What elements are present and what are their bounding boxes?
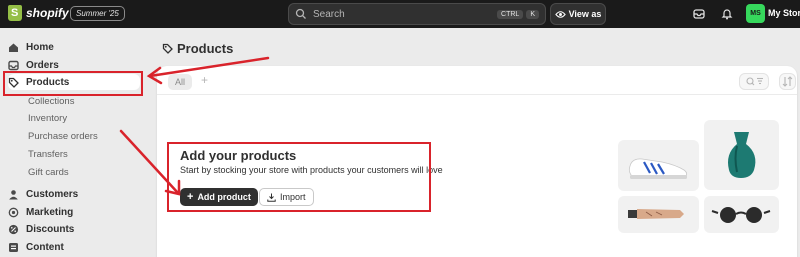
- shortcut-key-ctrl: CTRL: [497, 9, 524, 19]
- page-title: Products: [162, 41, 233, 56]
- sidebar-item-content[interactable]: Content: [8, 239, 140, 255]
- add-view-plus-icon[interactable]: +: [201, 73, 208, 87]
- search-filter-button[interactable]: [739, 73, 769, 90]
- sidebar-item-label: Content: [26, 241, 64, 253]
- page-title-text: Products: [177, 41, 234, 56]
- sidebar-item-marketing[interactable]: Marketing: [8, 204, 140, 220]
- vase-icon: [728, 132, 756, 178]
- tag-icon: [162, 43, 173, 54]
- sunglasses-illustration: [704, 196, 779, 233]
- avatar[interactable]: MS: [746, 4, 765, 23]
- edition-badge[interactable]: Summer '25: [70, 6, 125, 21]
- search-icon: [295, 8, 306, 19]
- sunglasses-icon: [711, 207, 771, 223]
- sidebar: Home Orders Products Collections Invento…: [0, 28, 148, 257]
- view-as-label: View as: [568, 9, 602, 19]
- highlight-empty-state: [167, 142, 431, 212]
- brand-name: shopify: [26, 6, 69, 20]
- sidebar-item-label: Customers: [26, 188, 79, 200]
- sneaker-icon: [628, 158, 688, 179]
- tube-illustration: [618, 196, 699, 233]
- person-icon: [9, 189, 18, 199]
- sidebar-subitem-purchase-orders[interactable]: Purchase orders: [28, 129, 98, 143]
- sidebar-item-label: Orders: [26, 59, 59, 71]
- shortcut-key-k: K: [526, 9, 539, 19]
- inbox-tray-icon[interactable]: [692, 7, 706, 21]
- target-icon: [8, 207, 19, 217]
- sort-button[interactable]: [779, 73, 796, 90]
- highlight-products-nav: [3, 71, 143, 96]
- sidebar-subitem-collections[interactable]: Collections: [28, 94, 74, 108]
- sneaker-illustration: [618, 140, 699, 191]
- store-name[interactable]: My Store: [768, 8, 800, 18]
- bell-icon[interactable]: [720, 7, 734, 21]
- sidebar-item-home[interactable]: Home: [8, 39, 140, 55]
- tube-icon: [628, 209, 684, 219]
- sidebar-item-label: Discounts: [26, 223, 75, 235]
- inbox-icon: [8, 60, 19, 70]
- sidebar-item-label: Home: [26, 41, 54, 53]
- divider: [157, 94, 797, 95]
- search-filter-icon: [746, 77, 763, 86]
- home-icon: [9, 43, 18, 52]
- discount-icon: [8, 224, 19, 234]
- view-as-button[interactable]: View as: [550, 3, 606, 25]
- sidebar-item-customers[interactable]: Customers: [8, 186, 140, 202]
- top-bar: shopify Summer '25 Search CTRL K View as…: [0, 0, 800, 28]
- tab-all[interactable]: All: [168, 74, 193, 90]
- shopping-bag-icon: [8, 5, 22, 21]
- search-bar[interactable]: Search CTRL K: [288, 3, 546, 25]
- eye-icon: [554, 10, 566, 18]
- sidebar-subitem-transfers[interactable]: Transfers: [28, 147, 68, 161]
- sidebar-item-label: Marketing: [26, 206, 74, 218]
- content-icon: [9, 242, 18, 252]
- sidebar-subitem-inventory[interactable]: Inventory: [28, 111, 67, 125]
- sort-icon: [782, 76, 793, 87]
- vase-illustration: [704, 120, 779, 190]
- sidebar-item-discounts[interactable]: Discounts: [8, 221, 140, 237]
- sidebar-subitem-gift-cards[interactable]: Gift cards: [28, 165, 69, 179]
- shopify-logo[interactable]: shopify: [8, 5, 69, 21]
- search-placeholder: Search: [313, 8, 345, 20]
